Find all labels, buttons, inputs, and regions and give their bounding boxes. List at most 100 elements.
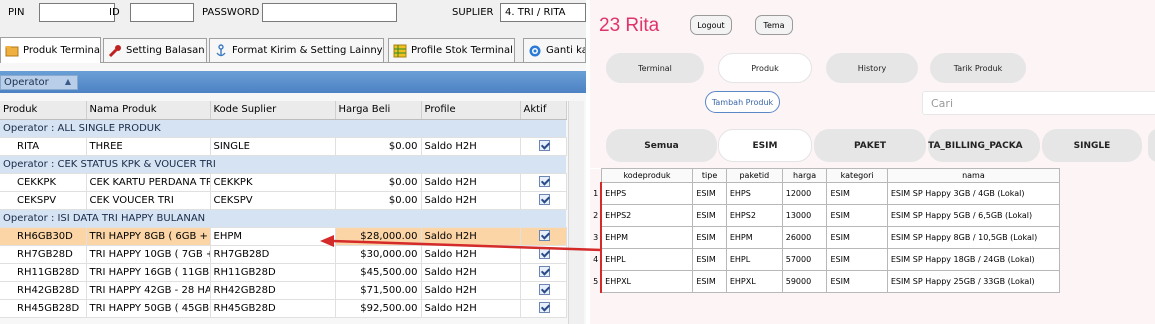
- filter-esim[interactable]: ESIM: [718, 129, 812, 162]
- logout-button[interactable]: Logout: [690, 15, 732, 35]
- vertical-scrollbar[interactable]: [568, 101, 584, 324]
- kode-cell: SINGLE: [210, 137, 336, 156]
- filter-more[interactable]: [1148, 129, 1155, 162]
- column-header[interactable]: kategori: [826, 168, 888, 183]
- group-row[interactable]: Operator : ALL SINGLE PRODUK: [0, 119, 566, 138]
- tab-label: Setting Balasan: [126, 45, 205, 56]
- nav-produk[interactable]: Produk: [718, 53, 812, 83]
- table-row[interactable]: RH45GB28D TRI HAPPY 50GB ( 45GB + RH45GB…: [0, 299, 567, 318]
- kode-cell-editing[interactable]: EHPM: [210, 227, 336, 246]
- column-header[interactable]: harga: [781, 168, 828, 183]
- table-row[interactable]: RH11GB28D TRI HAPPY 16GB ( 11GB + RH11GB…: [0, 263, 567, 282]
- aktif-checkbox[interactable]: [538, 176, 550, 188]
- aktif-cell: [520, 299, 567, 318]
- aktif-checkbox[interactable]: [538, 140, 550, 152]
- column-header[interactable]: Harga Beli: [335, 101, 422, 120]
- esim-product-grid: kodeproduk tipe paketid harga kategori n…: [590, 168, 1061, 293]
- nav-history[interactable]: History: [826, 53, 918, 83]
- grid-icon: [393, 44, 407, 58]
- harga-cell: $0.00: [335, 137, 422, 156]
- tab-bar: Produk Terminal Setting Balasan Format K…: [0, 37, 586, 63]
- aktif-checkbox[interactable]: [538, 194, 550, 206]
- paketid-cell: EHPXL: [725, 270, 783, 293]
- tab-format-kirim[interactable]: Format Kirim & Setting Lainnya: [209, 38, 384, 62]
- column-header[interactable]: Nama Produk: [86, 101, 211, 120]
- nav-terminal[interactable]: Terminal: [606, 53, 704, 83]
- table-row[interactable]: CEKKPK CEK KARTU PERDANA TRI CEKKPK $0.0…: [0, 173, 567, 192]
- table-row[interactable]: 4 EHPL ESIM EHPL 57000 ESIM ESIM SP Happ…: [590, 248, 1061, 271]
- filter-single[interactable]: SINGLE: [1042, 129, 1142, 162]
- search-input[interactable]: Cari: [922, 91, 1155, 115]
- table-row[interactable]: 5 EHPXL ESIM EHPXL 59000 ESIM ESIM SP Ha…: [590, 270, 1061, 293]
- column-header[interactable]: Profile: [421, 101, 521, 120]
- id-field[interactable]: [130, 3, 194, 22]
- column-header[interactable]: kodeproduk: [600, 168, 694, 183]
- produk-cell: CEKKPK: [0, 173, 87, 192]
- aktif-checkbox[interactable]: [538, 266, 550, 278]
- produk-cell: RH45GB28D: [0, 299, 87, 318]
- harga-cell: $28,000.00: [335, 227, 422, 246]
- app-title: 23 Rita: [599, 15, 660, 36]
- operator-chip-label: Operator: [4, 77, 49, 88]
- produk-cell: RH6GB30D: [0, 227, 87, 246]
- tab-profile-stok[interactable]: Profile Stok Terminal: [388, 38, 515, 62]
- group-row[interactable]: Operator : CEK STATUS KPK & VOUCER TRI: [0, 155, 566, 174]
- column-header[interactable]: Aktif: [520, 101, 567, 120]
- produk-cell: RH7GB28D: [0, 245, 87, 264]
- tab-setting-balasan[interactable]: Setting Balasan: [103, 38, 207, 62]
- nama-cell: ESIM SP Happy 18GB / 24GB (Lokal): [886, 248, 1061, 271]
- column-header[interactable]: nama: [886, 168, 1061, 183]
- paketid-cell: EHPL: [725, 248, 783, 271]
- grid-header-row: kodeproduk tipe paketid harga kategori n…: [590, 168, 1061, 183]
- kategori-cell: ESIM: [826, 248, 888, 271]
- row-number: 2: [590, 204, 602, 227]
- column-header[interactable]: Kode Suplier: [210, 101, 336, 120]
- table-row[interactable]: RITA THREE SINGLE $0.00 Saldo H2H: [0, 137, 567, 156]
- kodeproduk-cell: EHPS: [600, 182, 694, 205]
- suplier-select[interactable]: 4. TRI / RITA: [500, 3, 586, 22]
- password-field[interactable]: [262, 3, 397, 22]
- table-row[interactable]: 1 EHPS ESIM EHPS 12000 ESIM ESIM SP Happ…: [590, 182, 1061, 205]
- tab-produk-terminal[interactable]: Produk Terminal: [0, 37, 101, 63]
- aktif-cell: [520, 245, 567, 264]
- tema-button[interactable]: Tema: [755, 15, 793, 35]
- filter-paket[interactable]: PAKET: [814, 129, 926, 162]
- nama-cell: TRI HAPPY 50GB ( 45GB +: [86, 299, 211, 318]
- table-row[interactable]: RH42GB28D TRI HAPPY 42GB - 28 HAR RH42GB…: [0, 281, 567, 300]
- table-row[interactable]: CEKSPV CEK VOUCER TRI CEKSPV $0.00 Saldo…: [0, 191, 567, 210]
- nama-cell: TRI HAPPY 42GB - 28 HAR: [86, 281, 211, 300]
- harga-cell: 26000: [781, 226, 828, 249]
- filter-semua[interactable]: Semua: [606, 129, 717, 162]
- aktif-checkbox[interactable]: [538, 248, 550, 260]
- row-number: 3: [590, 226, 602, 249]
- tab-label: Produk Terminal: [23, 45, 101, 56]
- column-header[interactable]: tipe: [692, 168, 727, 183]
- table-row[interactable]: 2 EHPS2 ESIM EHPS2 13000 ESIM ESIM SP Ha…: [590, 204, 1061, 227]
- aktif-checkbox[interactable]: [538, 302, 550, 314]
- left-window: PIN ID PASSWORD SUPLIER 4. TRI / RITA Pr…: [0, 0, 586, 324]
- filter-data-billing[interactable]: TA_BILLING_PACKA: [928, 129, 1040, 162]
- paketid-cell: EHPS: [725, 182, 783, 205]
- tambah-produk-button[interactable]: Tambah Produk: [705, 91, 780, 113]
- group-row[interactable]: Operator : ISI DATA TRI HAPPY BULANAN: [0, 209, 566, 228]
- table-row[interactable]: 3 EHPM ESIM EHPM 26000 ESIM ESIM SP Happ…: [590, 226, 1061, 249]
- tipe-cell: ESIM: [692, 248, 727, 271]
- nav-tarik-produk[interactable]: Tarik Produk: [930, 53, 1026, 83]
- nama-cell: ESIM SP Happy 8GB / 10,5GB (Lokal): [886, 226, 1061, 249]
- harga-cell: $45,500.00: [335, 263, 422, 282]
- operator-group-chip[interactable]: Operator ▲: [0, 75, 78, 90]
- profile-cell: Saldo H2H: [421, 173, 521, 192]
- column-header[interactable]: paketid: [725, 168, 783, 183]
- table-row[interactable]: RH7GB28D TRI HAPPY 10GB ( 7GB + RH7GB28D…: [0, 245, 567, 264]
- aktif-checkbox[interactable]: [538, 284, 550, 296]
- pin-field[interactable]: [39, 3, 115, 22]
- profile-cell: Saldo H2H: [421, 137, 521, 156]
- produk-cell: RITA: [0, 137, 87, 156]
- kategori-cell: ESIM: [826, 182, 888, 205]
- profile-cell: Saldo H2H: [421, 191, 521, 210]
- aktif-checkbox[interactable]: [538, 230, 550, 242]
- table-row-selected[interactable]: RH6GB30D TRI HAPPY 8GB ( 6GB + 2 EHPM $2…: [0, 227, 567, 246]
- kode-cell: RH45GB28D: [210, 299, 336, 318]
- column-header[interactable]: Produk: [0, 101, 87, 120]
- tab-ganti[interactable]: Ganti ka: [523, 38, 586, 62]
